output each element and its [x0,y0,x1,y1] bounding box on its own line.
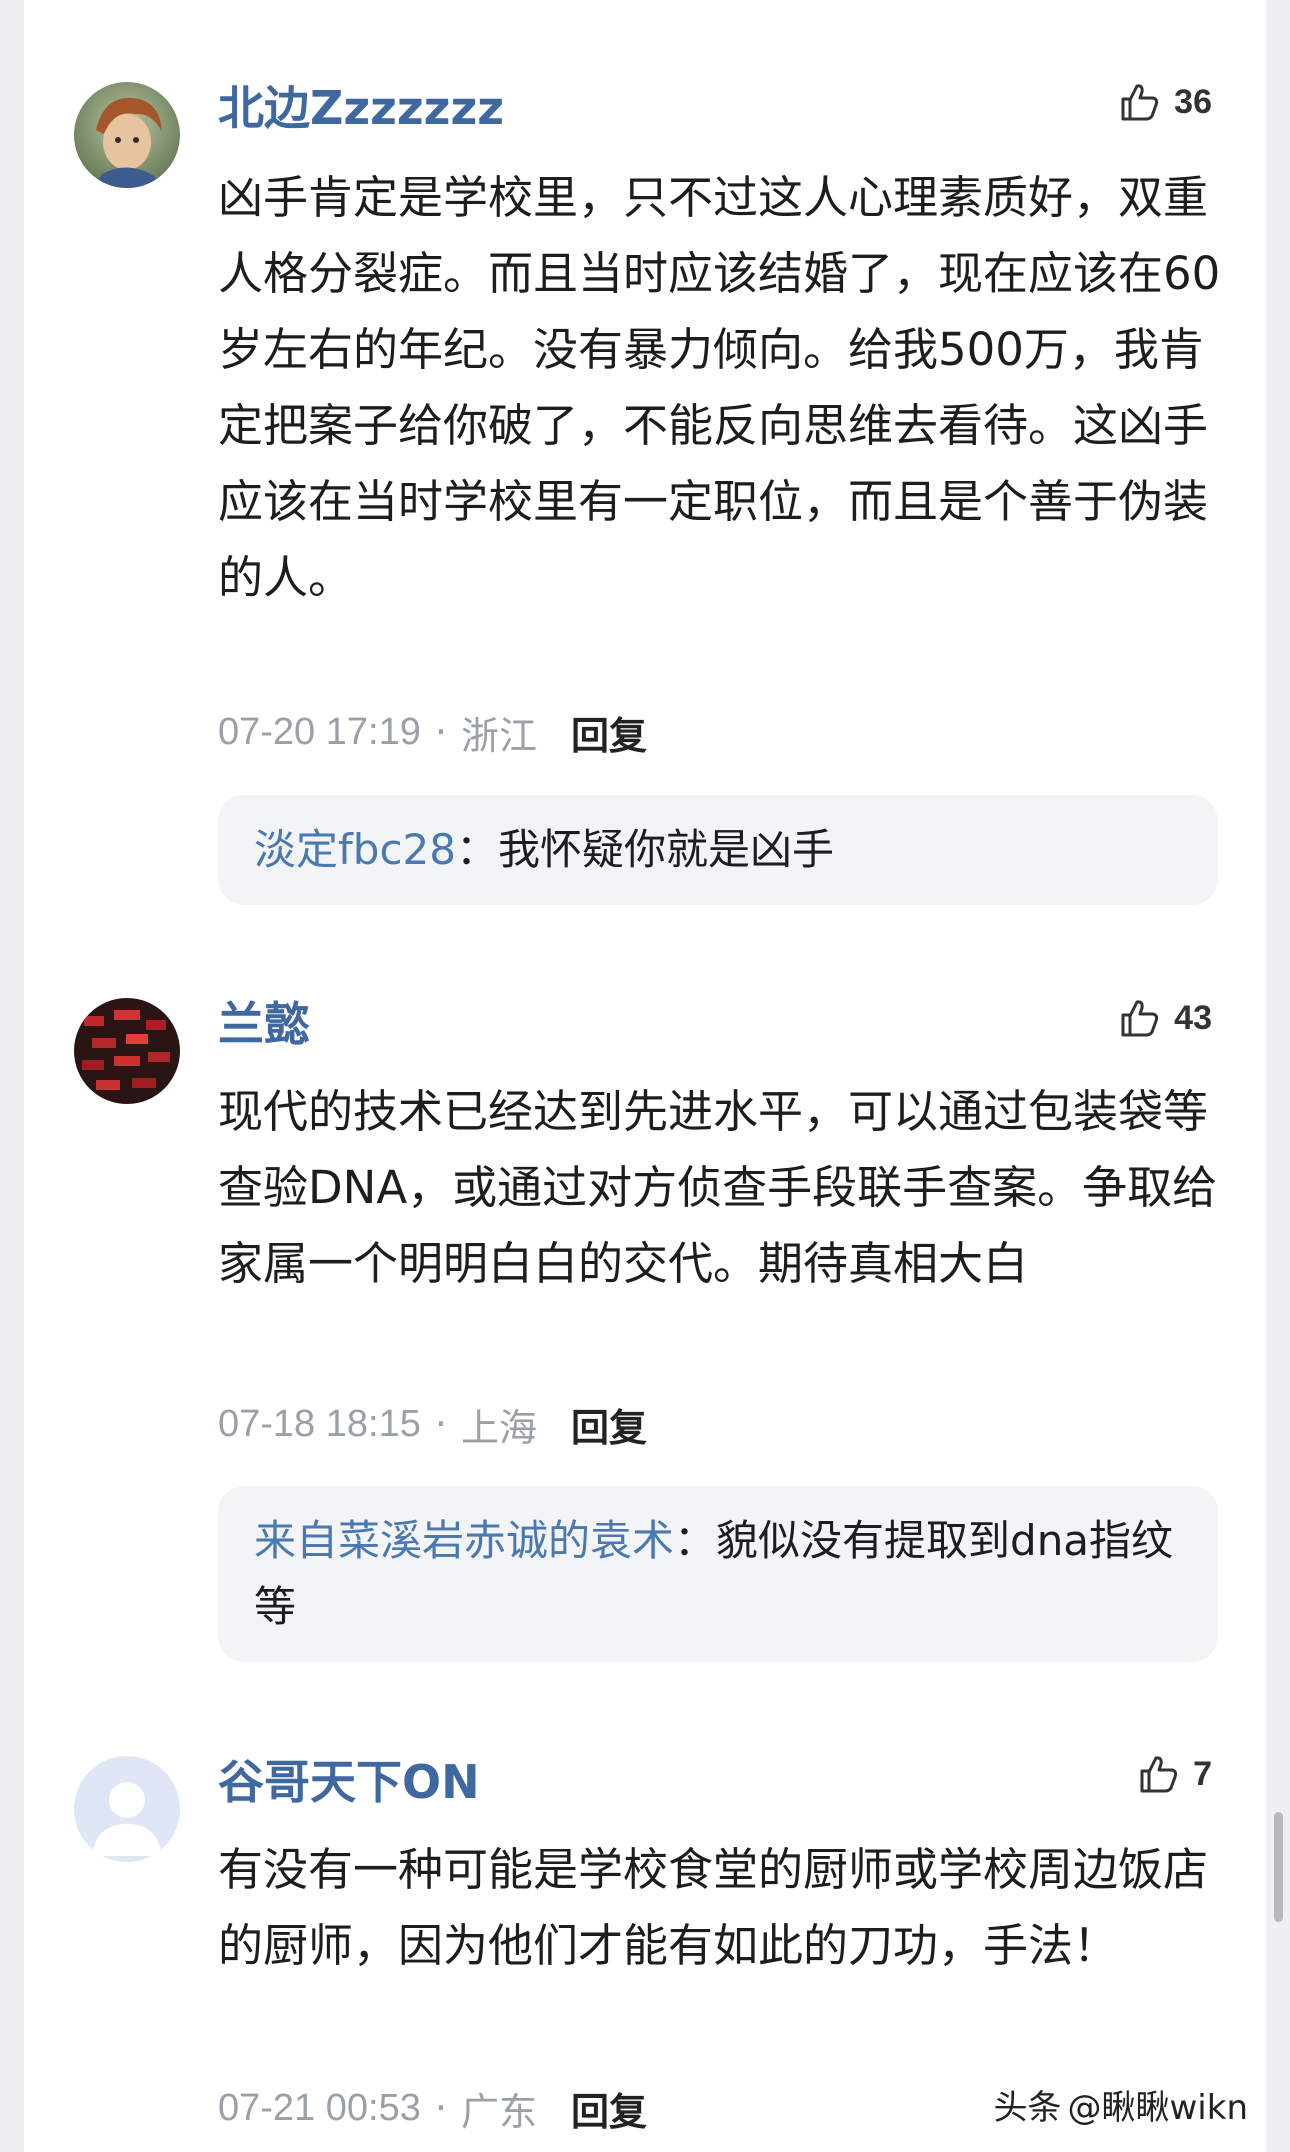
reply-author[interactable]: 淡定fbc28 [254,825,456,874]
comment-list: 北边Zzzzzzz 36 凶手肯定是学校里，只不过这人心理素质好，双重人格分裂症… [24,0,1283,2152]
reply-preview[interactable]: 来自菜溪岩赤诚的袁术：貌似没有提取到dna指纹等 [218,1486,1218,1662]
comment-text: 现代的技术已经达到先进水平，可以通过包装袋等查验DNA，或通过对方侦查手段联手查… [218,1085,1218,1290]
thumbs-up-icon [1140,1756,1178,1793]
timestamp: 07-21 00:53 [218,2086,421,2129]
like-count: 36 [1174,82,1212,121]
user-avatar[interactable] [74,998,180,1104]
like-button[interactable]: 43 [1118,988,1212,1048]
watermark: 头条 @瞅瞅wikn [994,2080,1249,2129]
location: 浙江 [460,713,537,758]
comment-meta: 07-21 00:53 · 广东 回复 [218,2078,647,2138]
meta-separator: · [434,710,447,754]
watermark-handle: @瞅瞅wikn [1067,2088,1249,2128]
like-count: 7 [1193,1754,1212,1793]
reply-colon: ： [455,825,498,874]
reply-preview[interactable]: 淡定fbc28：我怀疑你就是凶手 [218,795,1218,905]
location: 广东 [460,2089,537,2134]
avatar-image [74,82,180,188]
like-count: 43 [1174,998,1212,1037]
comment-text: 凶手肯定是学校里，只不过这人心理素质好，双重人格分裂症。而且当时应该结婚了，现在… [218,171,1221,604]
reply-text: 我怀疑你就是凶手 [498,825,835,874]
username[interactable]: 北边Zzzzzzz [218,78,504,138]
username[interactable]: 兰懿 [218,994,310,1054]
reply-button[interactable]: 回复 [571,705,647,760]
reply-button[interactable]: 回复 [571,1397,647,1452]
avatar-image [74,998,180,1104]
like-button[interactable]: 36 [1118,72,1212,132]
default-avatar-icon [74,1756,180,1862]
meta-separator: · [434,1402,447,1446]
timestamp: 07-18 18:15 [218,1402,421,1445]
thumbs-up-icon [1121,1000,1159,1037]
username[interactable]: 谷哥天下ON [218,1752,480,1812]
meta-separator: · [434,2086,447,2130]
reply-button[interactable]: 回复 [571,2081,647,2136]
location: 上海 [460,1405,537,1450]
comment-meta: 07-20 17:19 · 浙江 回复 [218,702,647,762]
comment-text: 有没有一种可能是学校食堂的厨师或学校周边饭店的厨师，因为他们才能有如此的刀功，手… [218,1843,1209,1972]
user-avatar[interactable] [74,82,180,188]
reply-colon: ： [674,1516,717,1565]
user-avatar[interactable] [74,1756,180,1862]
comment-meta: 07-18 18:15 · 上海 回复 [218,1394,647,1454]
scrollbar-thumb[interactable] [1274,1812,1283,1922]
watermark-prefix: 头条 [993,2088,1062,2128]
timestamp: 07-20 17:19 [218,710,421,753]
like-button[interactable]: 7 [1137,1744,1212,1804]
reply-author[interactable]: 来自菜溪岩赤诚的袁术 [254,1516,674,1565]
thumbs-up-icon [1121,84,1159,121]
